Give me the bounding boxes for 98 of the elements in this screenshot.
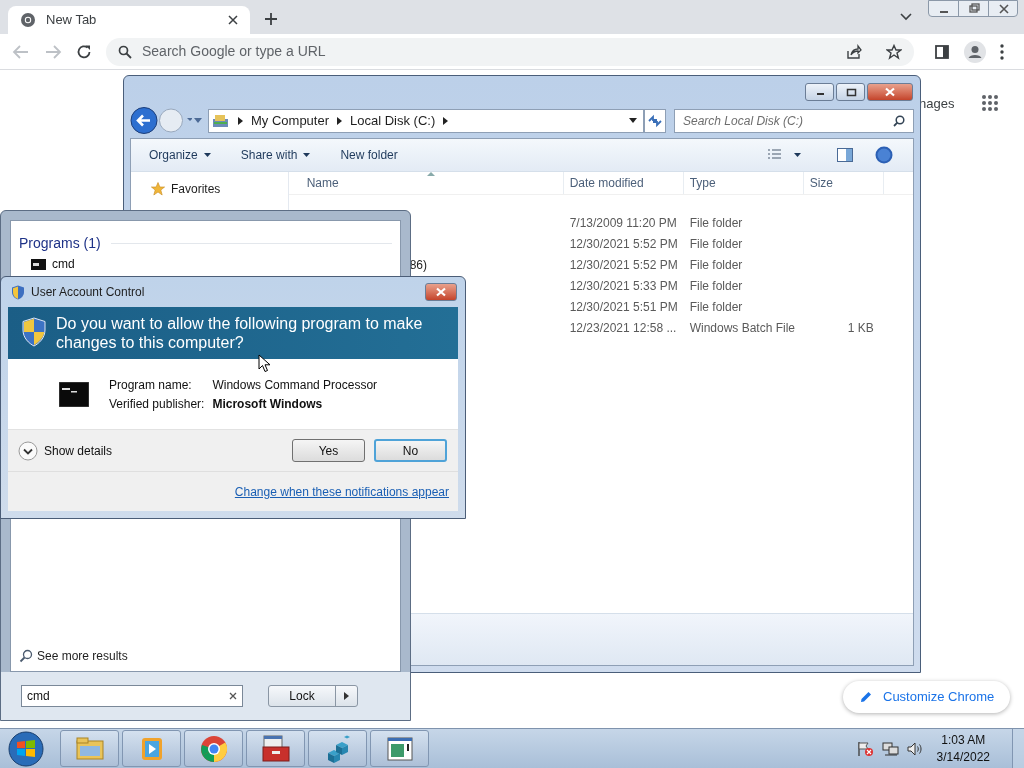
field-label: Verified publisher: [109,395,205,413]
dialog-button[interactable]: Yes [292,439,365,462]
close-icon [883,87,897,97]
dialog-button[interactable]: No [374,439,447,462]
date-cell-text: 12/30/2021 5:52 PM [568,235,679,253]
customize-chrome-button[interactable]: Customize Chrome [843,681,1011,713]
search-placeholder: Search Local Disk (C:) [683,112,805,130]
close-icon[interactable] [228,15,238,25]
computer-icon [212,112,230,129]
chevron-down-icon [18,440,38,461]
clock-date[interactable]: 3/14/2022 [936,748,990,766]
date-cell-text: 12/30/2021 5:51 PM [568,298,679,316]
toolbar-button[interactable]: Organize [149,146,211,164]
close-button[interactable] [425,283,457,301]
column-header[interactable]: Date modified [563,172,684,194]
view-options-icon[interactable] [767,149,801,161]
shield-icon [11,284,25,300]
type-cell-text: File folder [688,256,744,274]
breadcrumb-item[interactable]: My Computer [251,110,330,131]
type-cell-text: File folder [688,277,744,295]
see-more-results-link[interactable]: See more results [19,647,392,665]
star-icon [151,182,165,196]
search-icon [118,44,132,59]
file-name[interactable]: 86) [409,255,427,274]
address-placeholder: Search Google or type a URL [142,42,327,61]
recent-pages-icon[interactable] [194,118,202,123]
date-cell-text: 12/30/2021 5:52 PM [568,256,679,274]
apps-grid-icon[interactable] [981,94,999,112]
preview-pane-icon[interactable] [837,148,853,162]
breadcrumb-arrow-icon[interactable] [443,116,449,125]
taskbar-button[interactable] [184,730,243,767]
start-button[interactable] [5,729,47,768]
field-label: Program name: [109,376,193,394]
program-result[interactable]: cmd [31,255,392,273]
field-value: Windows Command Processor [212,376,378,394]
clock-time[interactable]: 1:03 AM [941,731,986,749]
dropdown-caret-icon[interactable] [629,118,637,123]
new-tab-icon[interactable] [264,12,278,26]
share-icon[interactable] [846,43,862,60]
type-cell-text: Windows Batch File [688,319,796,337]
type-cell-text: File folder [688,214,744,232]
side-panel-icon[interactable] [934,43,950,60]
action-center-icon[interactable] [855,740,874,757]
type-cell-text: File folder [688,235,744,253]
search-icon[interactable] [893,114,905,127]
toolbar-button[interactable]: Share with [240,146,311,164]
tab-title: New Tab [46,11,98,30]
field-value: Microsoft Windows [212,395,324,413]
shield-icon [22,317,46,347]
address-bar[interactable]: Search Google or type a URL [106,37,914,66]
nav-item[interactable]: Favorites [151,180,288,198]
taskbar-button[interactable] [370,730,429,767]
size-cell-text: 1 KB [847,319,874,337]
browser-tab[interactable]: New Tab [8,6,250,34]
show-details-toggle[interactable]: Show details [18,440,292,461]
type-cell-text: File folder [688,298,744,316]
close-icon [434,287,448,297]
search-icon [19,649,33,663]
breadcrumb-arrow-icon[interactable] [238,116,243,125]
dropdown-caret-icon [203,153,211,157]
chrome-logo-icon [20,12,36,28]
more-menu-icon[interactable] [1000,43,1004,60]
console-icon [59,381,89,407]
volume-icon[interactable] [906,740,923,757]
sort-arrow-icon [426,172,435,176]
dialog-question: Do you want to allow the following program to make changes to this computer? [56,314,424,352]
breadcrumb-item[interactable]: Local Disk (C:) [350,110,436,131]
max-button[interactable] [836,83,865,101]
column-header[interactable]: Type [683,172,804,194]
network-icon[interactable] [881,740,900,757]
date-cell-text: 12/23/2021 12:58 ... [568,319,678,337]
date-cell-text: 12/30/2021 5:33 PM [568,277,679,295]
toolbar-button[interactable]: New folder [340,146,398,164]
pencil-icon [859,690,873,704]
dialog-title: User Account Control [31,284,146,301]
clear-icon[interactable] [229,692,237,700]
breadcrumb-arrow-icon[interactable] [337,116,343,125]
star-icon[interactable] [886,43,902,60]
date-cell-text: 7/13/2009 11:20 PM [568,214,678,232]
tab-search-chevron-icon[interactable] [900,13,912,21]
refresh-icon[interactable] [644,108,666,133]
search-field[interactable]: Search Local Disk (C:) [674,108,914,133]
toolbox-icon [259,732,292,765]
section-header: Programs (1) [19,234,101,253]
min-button[interactable] [805,83,834,101]
address-field[interactable]: My Computer Local Disk (C:) [208,108,644,133]
taskbar-button[interactable] [308,730,367,767]
reload-icon[interactable] [76,43,92,60]
search-field[interactable]: cmd [21,685,243,707]
dropdown-caret-icon [303,153,311,157]
console-icon [31,258,46,270]
search-value: cmd [27,688,51,705]
profile-avatar-icon[interactable] [964,40,986,63]
column-header[interactable]: Size [803,172,884,194]
back-forward-icon[interactable] [130,107,192,134]
mouse-cursor-icon [258,354,271,373]
taskbar-button[interactable] [246,730,305,767]
close-button[interactable] [867,83,913,101]
